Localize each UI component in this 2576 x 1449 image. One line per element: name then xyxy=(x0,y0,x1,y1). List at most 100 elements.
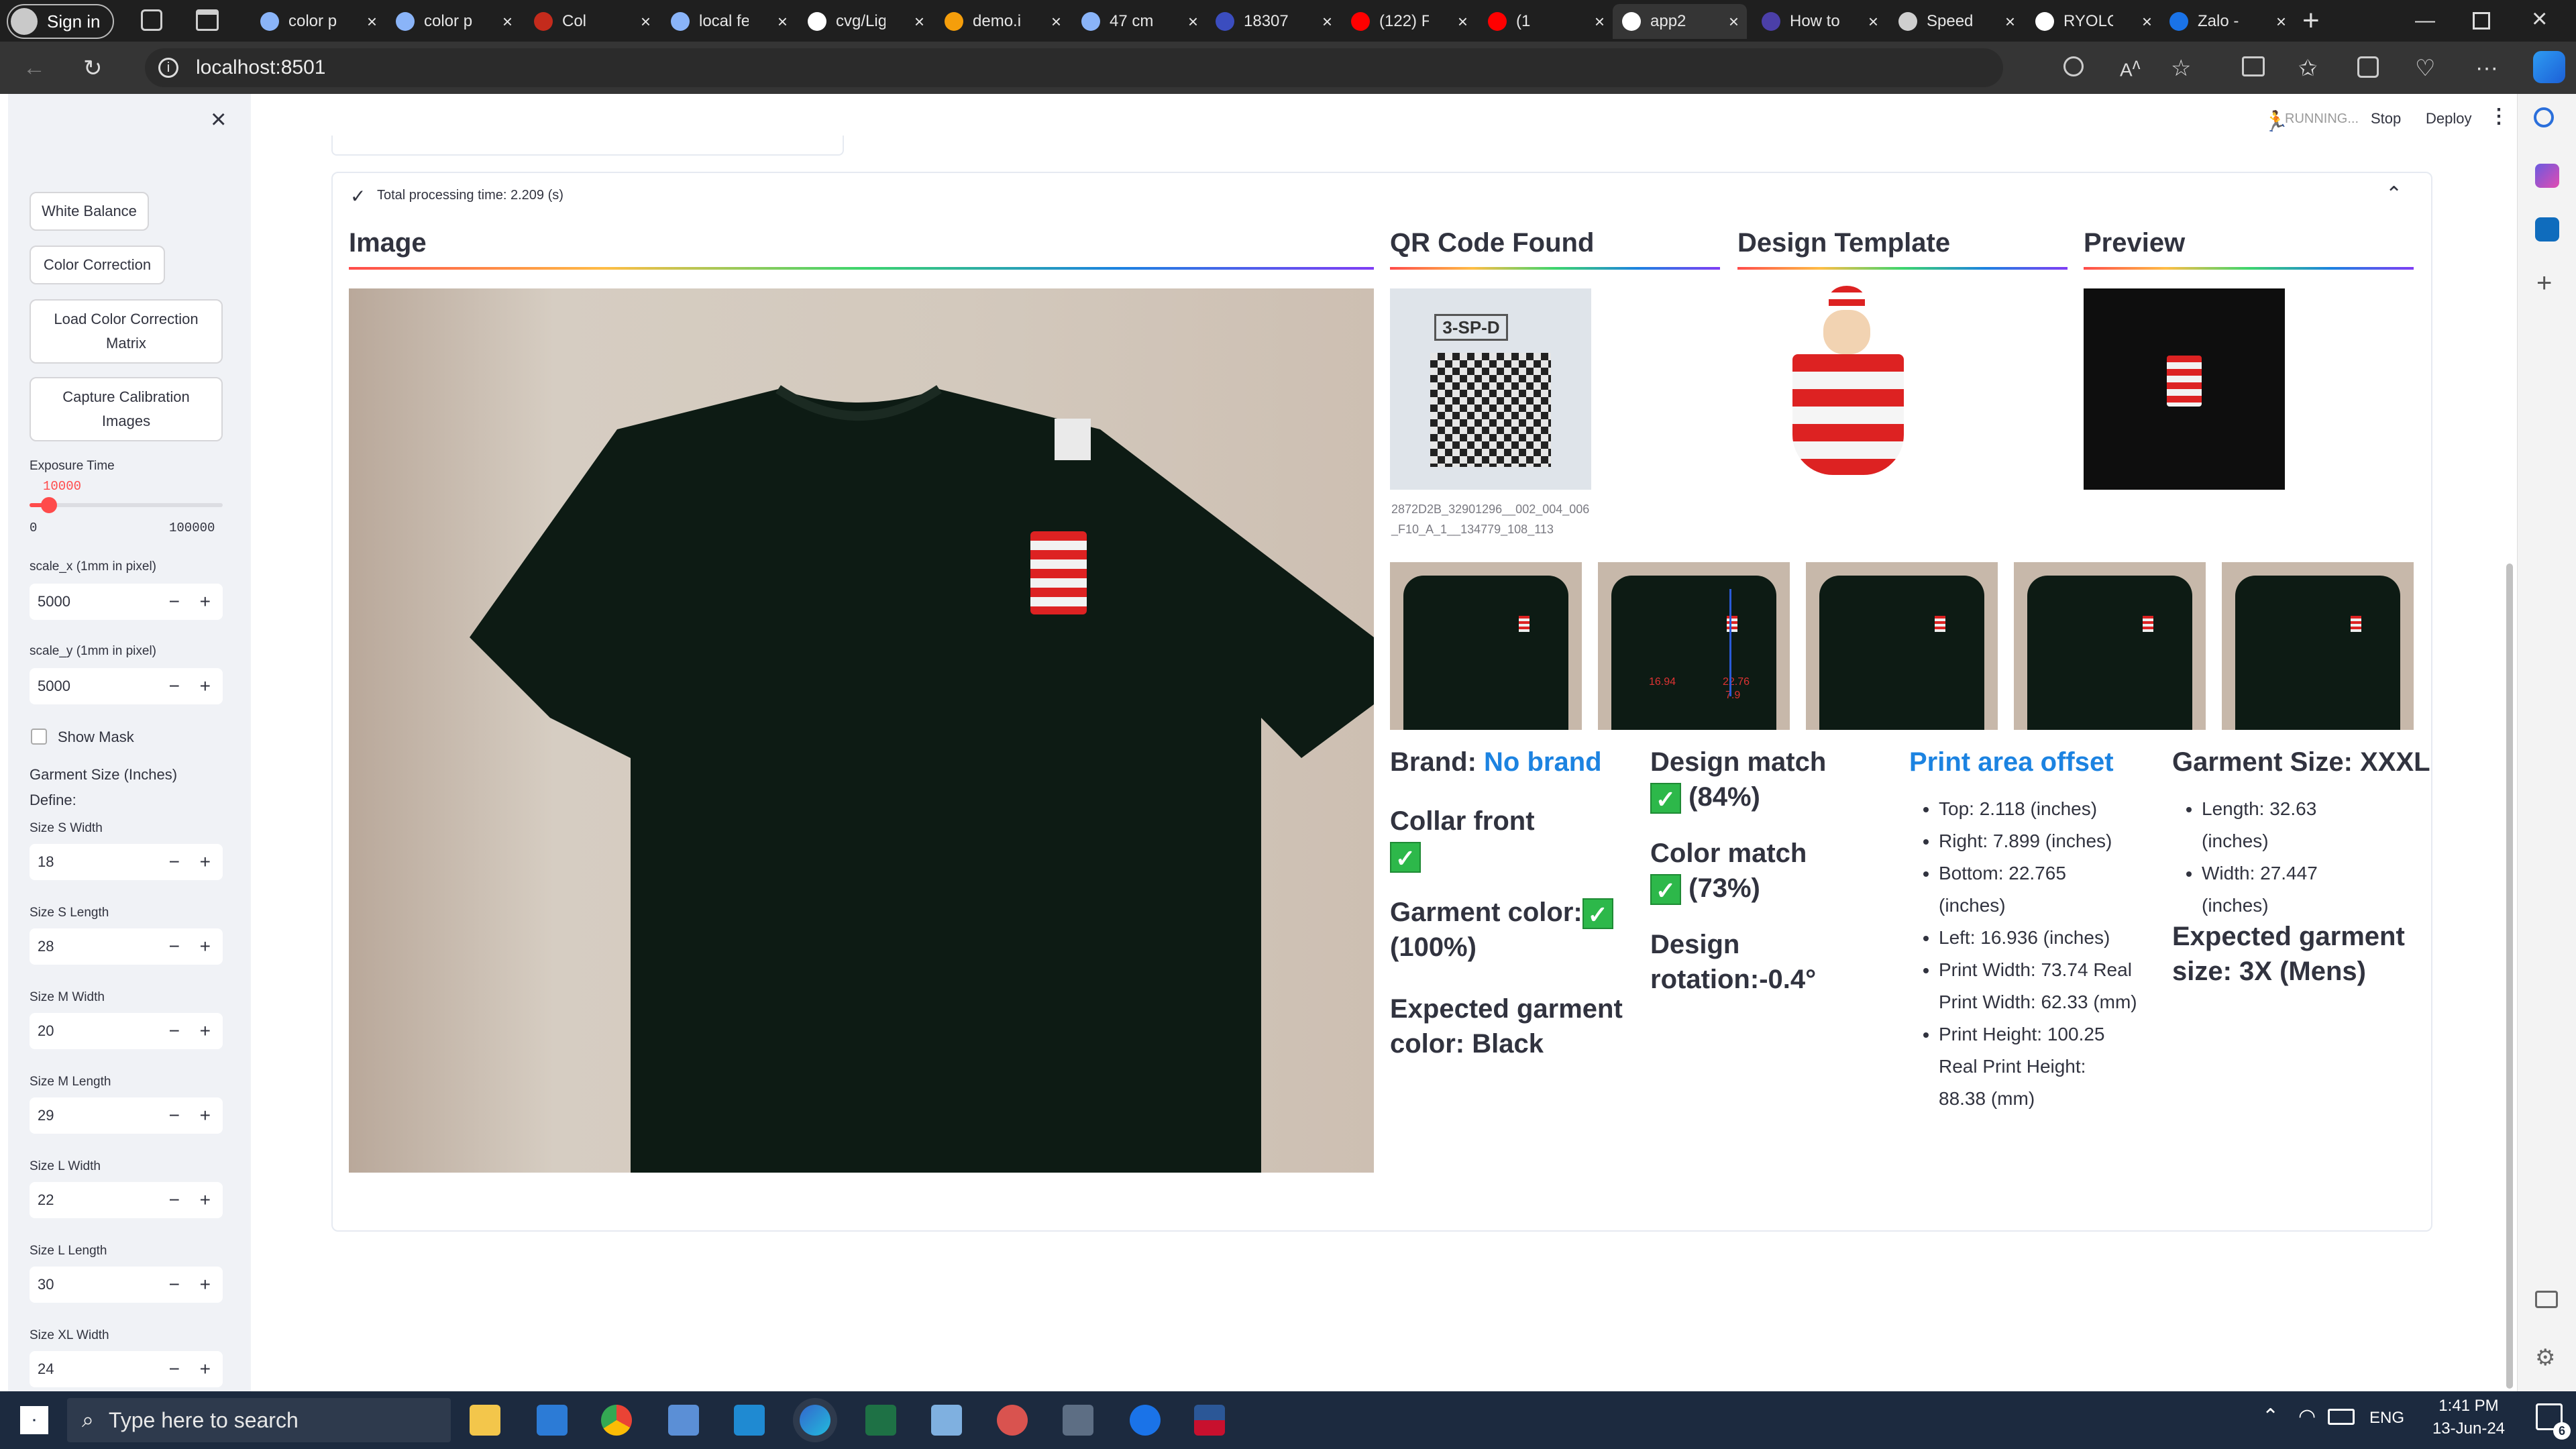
increment-icon[interactable]: + xyxy=(200,1105,211,1126)
remote-desktop-icon[interactable] xyxy=(668,1405,699,1436)
decrement-icon[interactable]: − xyxy=(169,1358,180,1380)
split-screen-icon[interactable] xyxy=(2242,56,2265,76)
close-tab-icon[interactable]: × xyxy=(1458,11,1468,32)
calculator-icon[interactable] xyxy=(1063,1405,1093,1436)
browser-tab[interactable]: How to × xyxy=(1752,4,1886,39)
file-explorer-icon[interactable] xyxy=(470,1405,500,1436)
size-input[interactable]: 24 − + xyxy=(30,1351,223,1387)
new-tab-icon[interactable]: + xyxy=(2302,4,2320,38)
windows-start-icon[interactable] xyxy=(20,1406,48,1434)
close-tab-icon[interactable]: × xyxy=(2142,11,2152,32)
exposure-slider-handle[interactable] xyxy=(40,497,57,513)
browser-tab[interactable]: RYOLC × xyxy=(2026,4,2160,39)
tab-actions-icon[interactable] xyxy=(196,9,219,31)
keyboard-icon[interactable] xyxy=(2328,1409,2355,1425)
size-input[interactable]: 18 − + xyxy=(30,844,223,880)
browser-tab[interactable]: (122) F × xyxy=(1342,4,1476,39)
decrement-icon[interactable]: − xyxy=(169,1189,180,1211)
decrement-icon[interactable]: − xyxy=(169,1020,180,1042)
browser-tab[interactable]: cvg/Lig × xyxy=(798,4,932,39)
clock-time[interactable]: 1:41 PM xyxy=(2428,1397,2509,1415)
copilot-rail-icon[interactable] xyxy=(2535,164,2559,188)
increment-icon[interactable]: + xyxy=(200,591,211,612)
close-tab-icon[interactable]: × xyxy=(2276,11,2286,32)
decrement-icon[interactable]: − xyxy=(169,851,180,873)
favorite-star-icon[interactable]: ☆ xyxy=(2171,55,2191,82)
increment-icon[interactable]: + xyxy=(200,676,211,697)
exposure-slider-track[interactable] xyxy=(30,497,223,513)
close-tab-icon[interactable]: × xyxy=(1188,11,1198,32)
show-mask-checkbox[interactable] xyxy=(31,729,47,745)
increment-icon[interactable]: + xyxy=(200,936,211,957)
read-aloud-icon[interactable]: Aʌ xyxy=(2120,55,2140,80)
browser-tab[interactable]: app2 × xyxy=(1613,4,1747,39)
color-correction-button[interactable]: Color Correction xyxy=(30,246,165,284)
close-window-icon[interactable]: × xyxy=(2532,4,2547,34)
increment-icon[interactable]: + xyxy=(200,1189,211,1211)
increment-icon[interactable]: + xyxy=(200,1274,211,1295)
language-indicator[interactable]: ENG xyxy=(2369,1409,2404,1428)
favorites-icon[interactable]: ✩ xyxy=(2298,55,2318,82)
close-tab-icon[interactable]: × xyxy=(2005,11,2015,32)
page-scrollbar[interactable] xyxy=(2506,564,2513,1389)
excel-icon[interactable] xyxy=(865,1405,896,1436)
browser-tab[interactable]: demo.i × xyxy=(935,4,1069,39)
minimize-icon[interactable]: — xyxy=(2415,9,2435,32)
close-tab-icon[interactable]: × xyxy=(1051,11,1061,32)
outlook-icon[interactable] xyxy=(2535,217,2559,241)
address-bar[interactable]: i localhost:8501 xyxy=(145,48,2003,87)
zoom-icon[interactable] xyxy=(2063,56,2084,76)
sign-in-button[interactable]: Sign in xyxy=(7,4,114,39)
performance-icon[interactable]: ♡ xyxy=(2415,55,2435,82)
collapse-chevron-icon[interactable]: ⌃ xyxy=(2385,182,2402,206)
decrement-icon[interactable]: − xyxy=(169,591,180,612)
browser-tab[interactable]: 18307 × xyxy=(1206,4,1340,39)
size-input[interactable]: 29 − + xyxy=(30,1097,223,1134)
more-menu-icon[interactable]: ··· xyxy=(2475,55,2498,81)
info-icon[interactable]: i xyxy=(158,58,178,78)
browser-tab[interactable]: Col × xyxy=(525,4,659,39)
paint-icon[interactable] xyxy=(997,1405,1028,1436)
browser-tab[interactable]: Speed × xyxy=(1889,4,2023,39)
decrement-icon[interactable]: − xyxy=(169,676,180,697)
browser-tab[interactable]: Zalo - × xyxy=(2160,4,2294,39)
increment-icon[interactable]: + xyxy=(200,1020,211,1042)
chrome-icon[interactable] xyxy=(601,1405,632,1436)
close-tab-icon[interactable]: × xyxy=(1595,11,1605,32)
capture-calibration-images-button[interactable]: Capture Calibration Images xyxy=(30,377,223,441)
browser-tab[interactable]: local fe × xyxy=(661,4,796,39)
zalo-icon[interactable] xyxy=(1130,1405,1161,1436)
restore-icon[interactable] xyxy=(2473,12,2490,30)
close-tab-icon[interactable]: × xyxy=(367,11,377,32)
workspaces-icon[interactable] xyxy=(141,9,162,31)
taskbar-search[interactable]: ⌕ Type here to search xyxy=(67,1398,451,1442)
collections-icon[interactable] xyxy=(2357,56,2379,78)
main-menu-icon[interactable]: ⋮ xyxy=(2489,105,2509,128)
browser-tab[interactable]: 47 cm × xyxy=(1072,4,1206,39)
browser-tab[interactable]: color p × xyxy=(251,4,385,39)
browser-tab[interactable]: (1 × xyxy=(1479,4,1613,39)
scale-x-input[interactable]: 5000 − + xyxy=(30,584,223,620)
copilot-icon[interactable] xyxy=(2533,51,2565,83)
decrement-icon[interactable]: − xyxy=(169,1274,180,1295)
search-icon[interactable] xyxy=(2534,107,2554,127)
close-tab-icon[interactable]: × xyxy=(777,11,788,32)
deploy-button[interactable]: Deploy xyxy=(2426,110,2471,127)
settings-gear-icon[interactable]: ⚙ xyxy=(2535,1344,2555,1371)
white-balance-button[interactable]: White Balance xyxy=(30,192,149,231)
browser-tab[interactable]: color p × xyxy=(386,4,521,39)
wifi-icon[interactable]: ◠ xyxy=(2298,1405,2316,1428)
size-input[interactable]: 30 − + xyxy=(30,1267,223,1303)
size-input[interactable]: 28 − + xyxy=(30,928,223,965)
add-app-icon[interactable]: + xyxy=(2536,268,2552,299)
size-input[interactable]: 20 − + xyxy=(30,1013,223,1049)
load-color-correction-matrix-button[interactable]: Load Color Correction Matrix xyxy=(30,299,223,364)
notepad-icon[interactable] xyxy=(931,1405,962,1436)
flag-app-icon[interactable] xyxy=(1194,1405,1225,1436)
tray-chevron-icon[interactable]: ⌃ xyxy=(2262,1405,2279,1428)
stop-button[interactable]: Stop xyxy=(2371,110,2401,127)
size-input[interactable]: 22 − + xyxy=(30,1182,223,1218)
scale-y-input[interactable]: 5000 − + xyxy=(30,668,223,704)
close-sidebar-icon[interactable]: × xyxy=(211,105,226,135)
edge-icon[interactable] xyxy=(800,1405,830,1436)
